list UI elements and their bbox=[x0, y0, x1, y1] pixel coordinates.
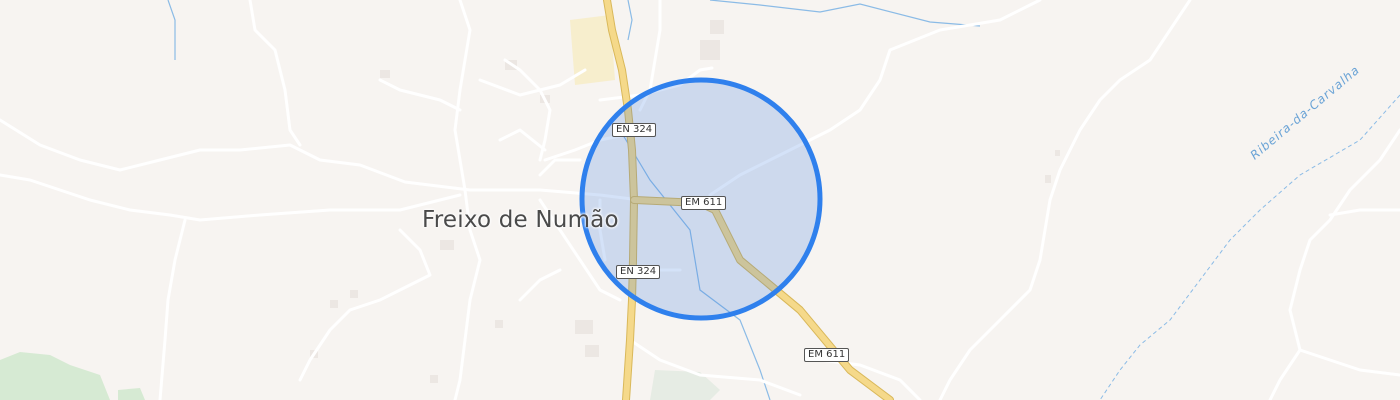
vegetation-area bbox=[118, 388, 145, 400]
vegetation-area bbox=[0, 352, 110, 400]
stream-dashed bbox=[1099, 94, 1400, 400]
road-shield-en324: EN 324 bbox=[616, 265, 661, 279]
road-shield-em611: EM 611 bbox=[804, 348, 850, 362]
road-shield-en324: EN 324 bbox=[612, 123, 657, 137]
place-label-freixo-de-numao: Freixo de Numão bbox=[422, 207, 619, 233]
road-shield-em611: EM 611 bbox=[681, 196, 727, 210]
map-canvas[interactable]: Freixo de Numão EN 324 EM 611 EN 324 EM … bbox=[0, 0, 1400, 400]
